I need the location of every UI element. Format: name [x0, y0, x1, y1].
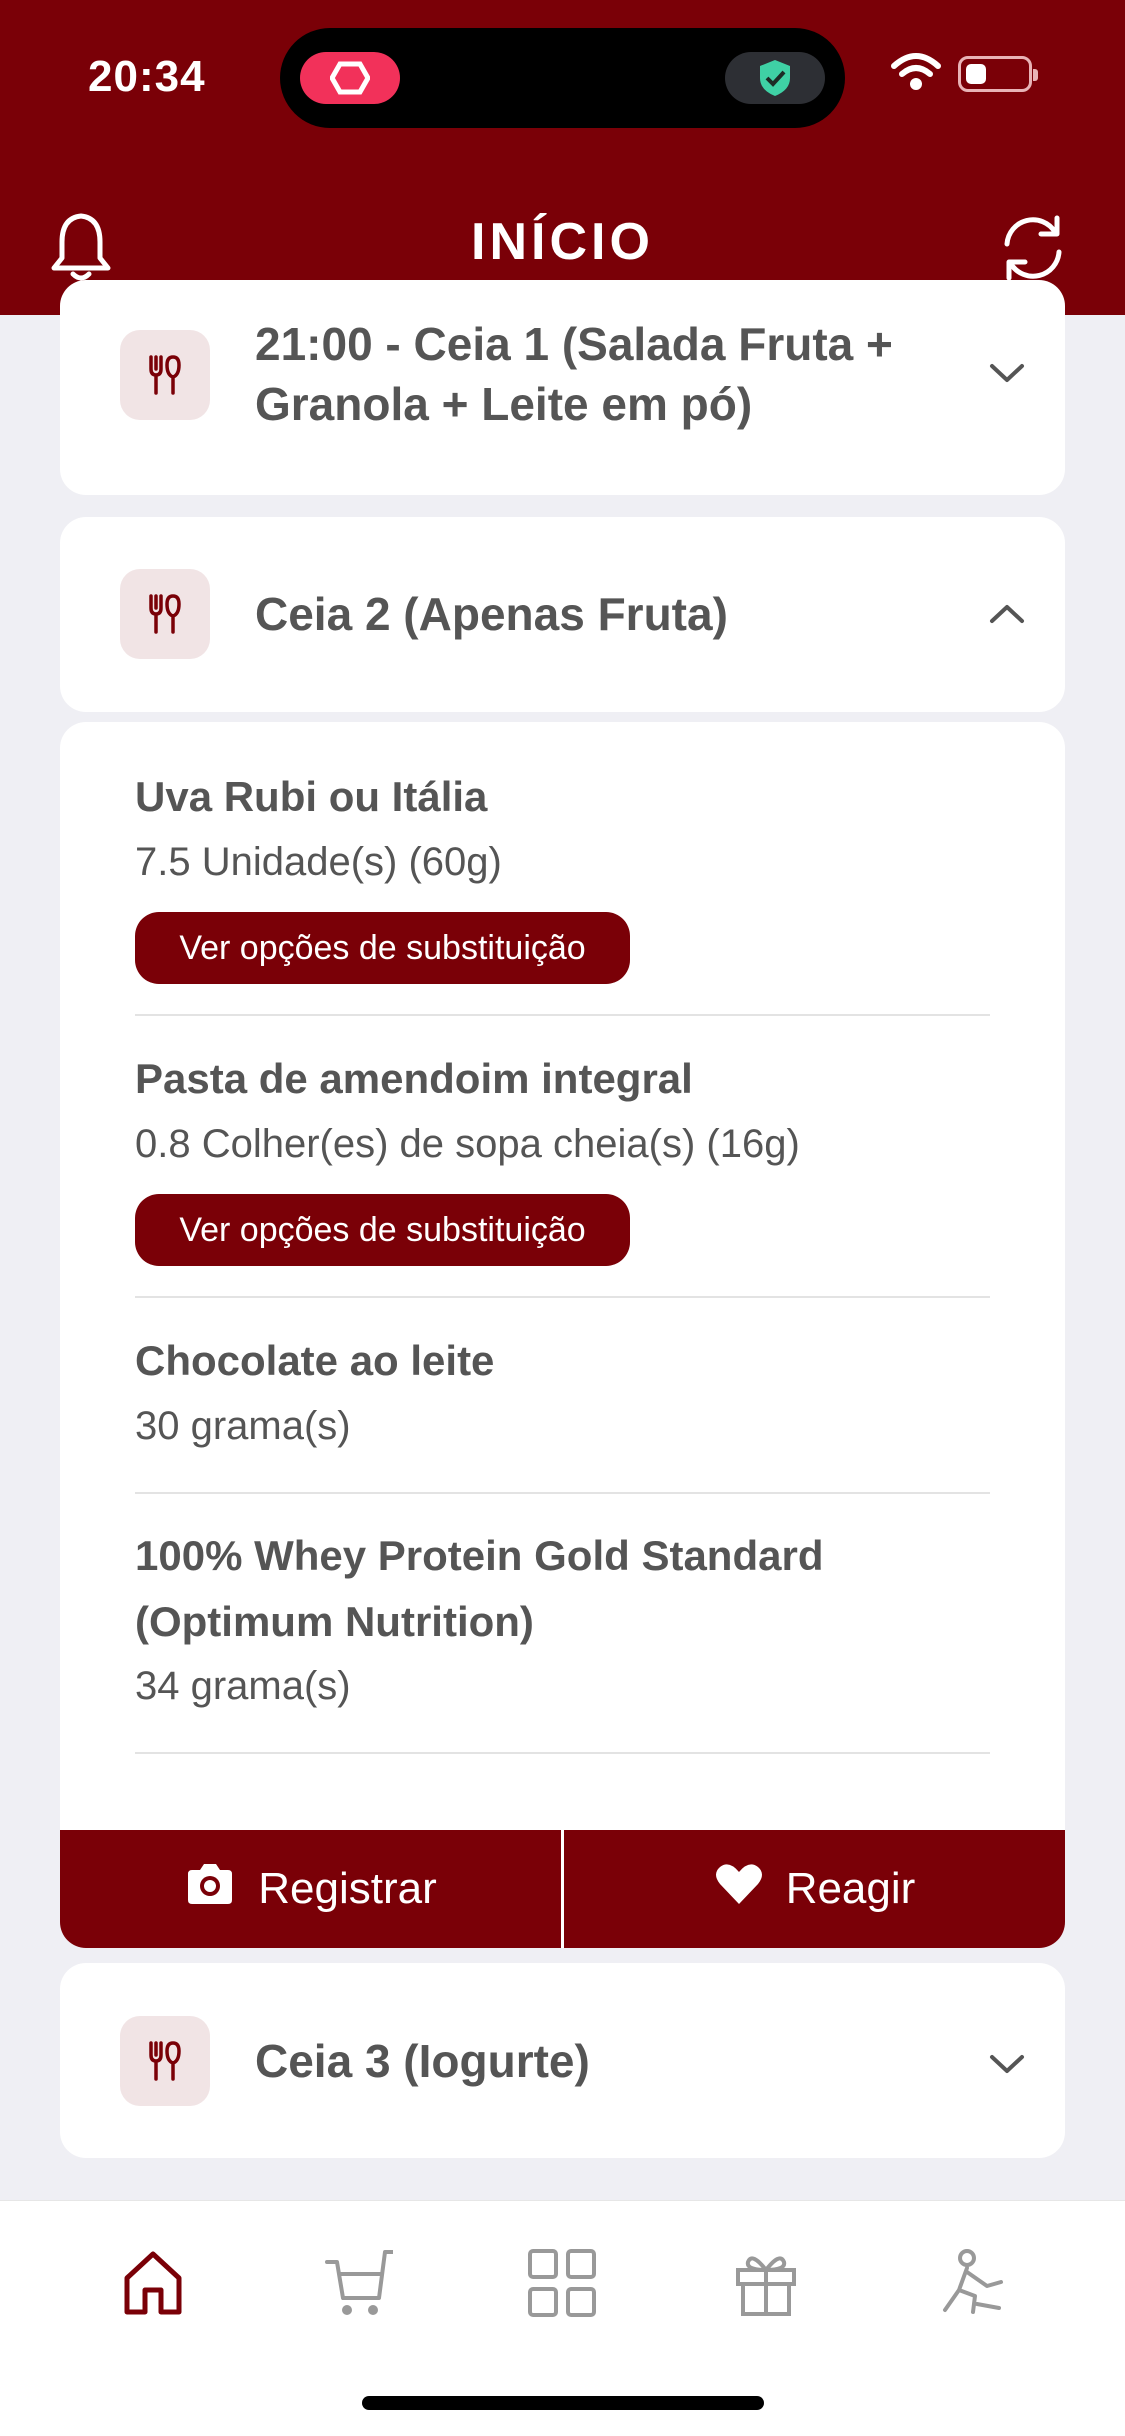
food-quantity: 30 grama(s)	[135, 1404, 351, 1448]
divider	[135, 1014, 990, 1016]
grid-icon[interactable]	[522, 2243, 602, 2323]
food-name: Uva Rubi ou Itália	[135, 773, 488, 820]
food-name: Chocolate ao leite	[135, 1337, 495, 1384]
food-quantity: 34 grama(s)	[135, 1664, 351, 1708]
meal-card-ceia-1[interactable]: 21:00 - Ceia 1 (Salada Fruta + Granola +…	[60, 280, 1065, 495]
substitution-button[interactable]: Ver opções de substituição	[135, 1194, 630, 1266]
shield-check-icon	[725, 52, 825, 104]
dynamic-island	[280, 28, 845, 128]
substitution-button[interactable]: Ver opções de substituição	[135, 912, 630, 984]
register-button[interactable]: Registrar	[60, 1830, 564, 1948]
wifi-icon	[890, 52, 942, 97]
home-indicator	[362, 2396, 764, 2410]
divider	[135, 1492, 990, 1494]
chevron-up-icon[interactable]	[989, 603, 1025, 630]
meal-card-ceia-2[interactable]: Ceia 2 (Apenas Fruta)	[60, 517, 1065, 712]
food-name: 100% Whey Protein Gold Standard (Optimum…	[135, 1532, 824, 1645]
status-time: 20:34	[88, 52, 206, 101]
food-name: Pasta de amendoim integral	[135, 1055, 693, 1102]
cutlery-icon	[120, 2016, 210, 2106]
react-button[interactable]: Reagir	[564, 1830, 1065, 1948]
meal-title: 21:00 - Ceia 1 (Salada Fruta + Granola +…	[255, 318, 893, 430]
camera-icon	[184, 1862, 236, 1917]
divider	[135, 1752, 990, 1754]
home-icon[interactable]	[113, 2243, 193, 2323]
recording-indicator-icon	[300, 52, 400, 104]
meal-actions: Registrar Reagir	[60, 1830, 1065, 1948]
page-title: INÍCIO	[471, 213, 654, 271]
food-list-card: Uva Rubi ou Itália 7.5 Unidade(s) (60g) …	[60, 722, 1065, 1948]
app-header: 20:34 INÍCIO	[0, 0, 1125, 315]
battery-icon	[958, 56, 1038, 92]
meal-title: Ceia 3 (Iogurte)	[255, 2035, 590, 2087]
cutlery-icon	[120, 569, 210, 659]
meal-card-ceia-3[interactable]: Ceia 3 (Iogurte)	[60, 1963, 1065, 2158]
meal-title: Ceia 2 (Apenas Fruta)	[255, 588, 728, 640]
cutlery-icon	[120, 330, 210, 420]
refresh-icon[interactable]	[995, 210, 1071, 291]
register-label: Registrar	[258, 1864, 437, 1913]
exercise-icon[interactable]	[932, 2243, 1012, 2323]
react-label: Reagir	[785, 1864, 916, 1913]
food-quantity: 7.5 Unidade(s) (60g)	[135, 840, 502, 884]
chevron-down-icon[interactable]	[989, 2053, 1025, 2080]
gift-icon[interactable]	[726, 2243, 806, 2323]
divider	[135, 1296, 990, 1298]
food-quantity: 0.8 Colher(es) de sopa cheia(s) (16g)	[135, 1122, 800, 1166]
cart-icon[interactable]	[318, 2243, 398, 2323]
chevron-down-icon[interactable]	[989, 362, 1025, 389]
heart-icon	[714, 1862, 764, 1917]
